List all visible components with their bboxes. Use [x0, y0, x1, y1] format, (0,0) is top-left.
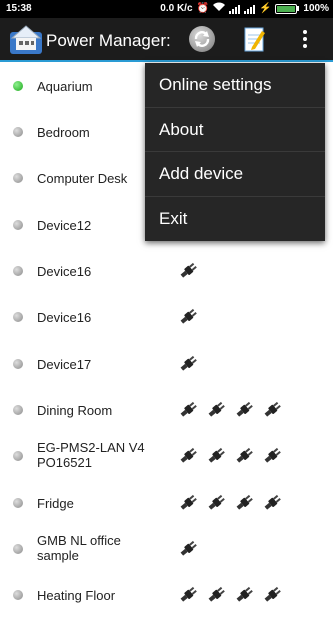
plug-icon[interactable] [178, 401, 198, 419]
plug-icon[interactable] [262, 494, 282, 512]
socket-group [178, 494, 282, 512]
menu-item-online-settings[interactable]: Online settings [145, 63, 325, 108]
status-led-icon [13, 127, 23, 137]
socket-group [178, 586, 282, 604]
plug-icon[interactable] [262, 586, 282, 604]
device-row[interactable]: Heating Floor [0, 571, 333, 617]
status-led-icon [13, 81, 23, 91]
plug-icon[interactable] [206, 401, 226, 419]
status-led-icon [13, 173, 23, 183]
device-row[interactable]: GMB NL office sample [0, 525, 333, 571]
signal-icon [228, 4, 240, 14]
socket-group [178, 540, 198, 558]
plug-icon[interactable] [178, 494, 198, 512]
status-time: 15:38 [6, 3, 32, 14]
device-name: EG-PMS2-LAN V4 PO16521 [37, 440, 145, 470]
device-row[interactable]: Device16 [0, 293, 333, 339]
device-row[interactable]: Fridge [0, 479, 333, 525]
overflow-menu: Online settings About Add device Exit [145, 63, 325, 241]
status-led-icon [13, 498, 23, 508]
plug-icon[interactable] [178, 262, 198, 280]
status-speed: 0.0 K/c [160, 3, 193, 14]
refresh-icon[interactable] [189, 26, 215, 52]
status-led-icon [13, 312, 23, 322]
plug-icon[interactable] [262, 401, 282, 419]
socket-group [178, 355, 198, 373]
plug-icon[interactable] [234, 401, 254, 419]
status-led-icon [13, 451, 23, 461]
app-logo-icon[interactable] [10, 24, 42, 54]
plug-icon[interactable] [178, 586, 198, 604]
menu-item-exit[interactable]: Exit [145, 197, 325, 242]
charging-icon: ⚡ [258, 3, 272, 14]
status-led-icon [13, 359, 23, 369]
alarm-icon: ⏰ [196, 3, 209, 14]
plug-icon[interactable] [206, 447, 226, 465]
status-led-icon [13, 220, 23, 230]
plug-icon[interactable] [234, 447, 254, 465]
overflow-menu-icon[interactable] [299, 28, 311, 52]
socket-group [178, 447, 282, 465]
battery-icon [275, 3, 300, 14]
plug-icon[interactable] [234, 494, 254, 512]
device-row[interactable]: EG-PMS2-LAN V4 PO16521 [0, 432, 333, 478]
plug-icon[interactable] [178, 308, 198, 326]
plug-icon[interactable] [206, 494, 226, 512]
status-bar: 15:38 0.0 K/c ⏰ ⚡ 100% [0, 0, 333, 18]
device-name: Fridge [37, 496, 74, 511]
status-led-icon [13, 544, 23, 554]
plug-icon[interactable] [178, 447, 198, 465]
notes-icon[interactable] [244, 25, 266, 53]
menu-item-about[interactable]: About [145, 108, 325, 152]
wifi-icon [212, 2, 225, 15]
plug-icon[interactable] [178, 540, 198, 558]
plug-icon[interactable] [206, 586, 226, 604]
app-title: Power Manager: [46, 31, 171, 50]
device-name: GMB NL office sample [37, 533, 121, 563]
plug-icon[interactable] [234, 586, 254, 604]
socket-group [178, 262, 198, 280]
socket-group [178, 308, 198, 326]
device-name: Device17 [37, 357, 92, 372]
device-row[interactable]: Device16 [0, 247, 333, 293]
device-name: Device16 [37, 264, 92, 279]
signal-icon-2 [243, 4, 255, 14]
socket-group [178, 401, 282, 419]
device-row[interactable]: Device17 [0, 340, 333, 386]
device-row[interactable]: Dining Room [0, 386, 333, 432]
device-name: Heating Floor [37, 588, 116, 603]
device-name: Device16 [37, 310, 92, 325]
battery-level: 100% [303, 3, 329, 14]
device-name: Dining Room [37, 403, 113, 418]
action-bar: Power Manager: [0, 18, 333, 62]
plug-icon[interactable] [262, 447, 282, 465]
status-led-icon [13, 266, 23, 276]
plug-icon[interactable] [178, 355, 198, 373]
status-led-icon [13, 405, 23, 415]
menu-item-add-device[interactable]: Add device [145, 152, 325, 197]
